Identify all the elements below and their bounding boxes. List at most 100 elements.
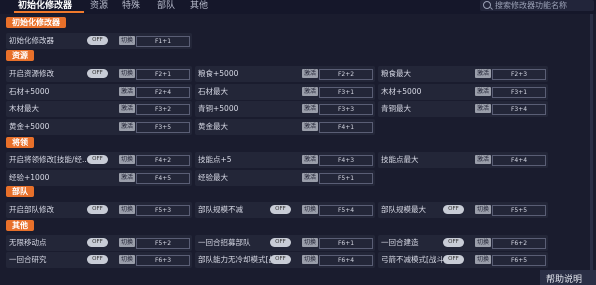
hotkey-field[interactable]: F6+1	[319, 238, 373, 249]
cheat-label: 黄金+5000	[9, 122, 50, 131]
switch-button[interactable]: 切换	[119, 36, 136, 45]
cheat-label: 经验最大	[198, 173, 228, 182]
activate-button[interactable]: 激活	[302, 69, 319, 78]
section-header: 其他	[6, 220, 34, 231]
hotkey-field[interactable]: F3+1	[319, 87, 373, 98]
cheat-label: 弓箭不减模式[战斗]	[381, 255, 447, 264]
activate-button[interactable]: 激活	[119, 173, 136, 182]
hotkey-field[interactable]: F3+5	[136, 122, 190, 133]
cheat-label: 木材+5000	[381, 87, 422, 96]
activate-button[interactable]: 激活	[475, 104, 492, 113]
cheat-item: 部队能力无冷却模式[战斗] OFF 切换 F6+4	[195, 252, 375, 268]
activate-button[interactable]: 激活	[475, 69, 492, 78]
activate-button[interactable]: 激活	[475, 155, 492, 164]
switch-button[interactable]: 切换	[302, 255, 319, 264]
hotkey-field[interactable]: F2+3	[492, 69, 546, 80]
switch-button[interactable]: 切换	[475, 205, 492, 214]
hotkey-field[interactable]: F3+3	[319, 104, 373, 115]
hotkey-field[interactable]: F3+1	[492, 87, 546, 98]
hotkey-field[interactable]: F3+4	[492, 104, 546, 115]
toggle-switch[interactable]: OFF	[87, 255, 108, 264]
toggle-switch[interactable]: OFF	[443, 238, 464, 247]
cheat-item: 技能点最大 激活 F4+4	[378, 152, 548, 168]
hotkey-field[interactable]: F2+4	[136, 87, 190, 98]
cheat-label: 技能点最大	[381, 155, 419, 164]
cheat-label: 粮食最大	[381, 69, 411, 78]
toggle-switch[interactable]: OFF	[270, 255, 291, 264]
cheat-label: 黄金最大	[198, 122, 228, 131]
hotkey-field[interactable]: F1+1	[136, 36, 190, 47]
switch-button[interactable]: 切换	[119, 238, 136, 247]
scrollbar[interactable]	[590, 14, 593, 270]
activate-button[interactable]: 激活	[302, 104, 319, 113]
toggle-state: OFF	[448, 256, 459, 262]
tab-1[interactable]: 初始化修改器	[18, 0, 72, 11]
tab-4[interactable]: 部队	[157, 0, 175, 11]
cheat-label: 木材最大	[9, 104, 39, 113]
toggle-switch[interactable]: OFF	[87, 238, 108, 247]
hotkey-field[interactable]: F3+2	[136, 104, 190, 115]
cheat-item: 经验最大 激活 F5+1	[195, 170, 375, 186]
hotkey-field[interactable]: F6+5	[492, 255, 546, 266]
toggle-switch[interactable]: OFF	[443, 255, 464, 264]
toggle-switch[interactable]: OFF	[270, 205, 291, 214]
toggle-switch[interactable]: OFF	[87, 36, 108, 45]
cheat-label: 石材+5000	[9, 87, 50, 96]
cheat-item: 开启部队修改 OFF 切换 F5+3	[6, 202, 192, 218]
toggle-switch[interactable]: OFF	[87, 69, 108, 78]
hotkey-field[interactable]: F4+4	[492, 155, 546, 166]
tab-5[interactable]: 其他	[190, 0, 208, 11]
activate-button[interactable]: 激活	[302, 87, 319, 96]
switch-button[interactable]: 切换	[119, 155, 136, 164]
tab-2[interactable]: 资源	[90, 0, 108, 11]
cheat-item: 一回合建造 OFF 切换 F6+2	[378, 235, 548, 251]
section-header: 资源	[6, 50, 34, 61]
switch-button[interactable]: 切换	[302, 205, 319, 214]
switch-button[interactable]: 切换	[475, 238, 492, 247]
hotkey-field[interactable]: F6+2	[492, 238, 546, 249]
switch-button[interactable]: 切换	[119, 205, 136, 214]
hotkey-field[interactable]: F5+4	[319, 205, 373, 216]
activate-button[interactable]: 激活	[119, 122, 136, 131]
switch-button[interactable]: 切换	[119, 255, 136, 264]
hotkey-field[interactable]: F4+3	[319, 155, 373, 166]
hotkey-field[interactable]: F5+3	[136, 205, 190, 216]
toggle-switch[interactable]: OFF	[443, 205, 464, 214]
cheat-item: 技能点+5 激活 F4+3	[195, 152, 375, 168]
activate-button[interactable]: 激活	[302, 155, 319, 164]
toggle-switch[interactable]: OFF	[87, 155, 108, 164]
cheat-label: 开启将领修改[技能/经...	[9, 155, 90, 164]
activate-button[interactable]: 激活	[119, 104, 136, 113]
toggle-state: OFF	[92, 156, 103, 162]
search-box[interactable]: 搜索修改器功能名称	[480, 0, 594, 11]
activate-button[interactable]: 激活	[302, 173, 319, 182]
switch-button[interactable]: 切换	[302, 238, 319, 247]
hotkey-field[interactable]: F5+5	[492, 205, 546, 216]
switch-button[interactable]: 切换	[119, 69, 136, 78]
hotkey-field[interactable]: F4+2	[136, 155, 190, 166]
hotkey-field[interactable]: F4+5	[136, 173, 190, 184]
activate-button[interactable]: 激活	[475, 87, 492, 96]
cheat-label: 一回合招募部队	[198, 238, 251, 247]
activate-button[interactable]: 激活	[302, 122, 319, 131]
activate-button[interactable]: 激活	[119, 87, 136, 96]
hotkey-field[interactable]: F2+1	[136, 69, 190, 80]
cheat-label: 青铜最大	[381, 104, 411, 113]
cheat-item: 石材+5000 激活 F2+4	[6, 84, 192, 100]
tab-3[interactable]: 特殊	[122, 0, 140, 11]
toggle-switch[interactable]: OFF	[87, 205, 108, 214]
hotkey-field[interactable]: F6+3	[136, 255, 190, 266]
switch-button[interactable]: 切换	[475, 255, 492, 264]
search-input[interactable]: 搜索修改器功能名称	[495, 0, 567, 11]
hotkey-field[interactable]: F4+1	[319, 122, 373, 133]
hotkey-field[interactable]: F6+4	[319, 255, 373, 266]
cheat-label: 无限移动点	[9, 238, 47, 247]
cheat-item: 无限移动点 OFF 切换 F5+2	[6, 235, 192, 251]
hotkey-field[interactable]: F5+2	[136, 238, 190, 249]
help-button[interactable]: 帮助说明	[546, 272, 582, 285]
hotkey-field[interactable]: F5+1	[319, 173, 373, 184]
toggle-state: OFF	[92, 37, 103, 43]
toggle-switch[interactable]: OFF	[270, 238, 291, 247]
hotkey-field[interactable]: F2+2	[319, 69, 373, 80]
cheat-item: 黄金最大 激活 F4+1	[195, 119, 375, 135]
